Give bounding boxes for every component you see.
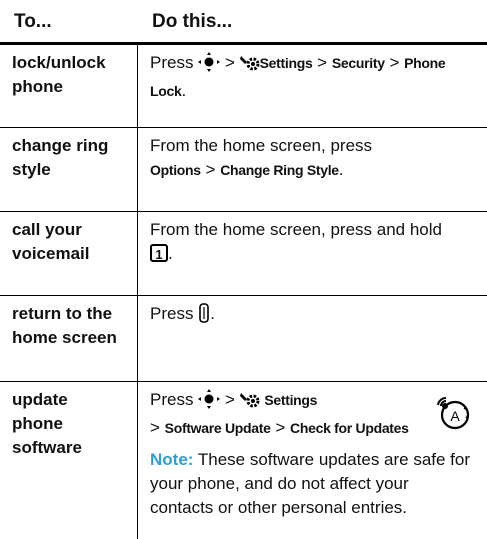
home-key-icon — [198, 303, 210, 330]
settings-label: Settings — [259, 55, 313, 71]
settings-label: Settings — [264, 392, 318, 408]
nav-key-icon — [198, 52, 221, 79]
table-row: update phone software Press > Settings >… — [0, 382, 487, 539]
row-label: call your voicemail — [12, 220, 90, 263]
table-header: To... Do this... — [0, 0, 487, 45]
row-label: update phone software — [12, 390, 82, 457]
table-row: lock/unlock phone Press > Settings > Sec… — [0, 45, 487, 127]
one-key-icon: 1 — [150, 244, 168, 262]
phone-lock-label-a: Phone — [404, 55, 446, 71]
check-for-updates-label: Check for Updates — [290, 420, 409, 436]
security-label: Security — [331, 55, 385, 71]
table-row: return to the home screen Press . — [0, 296, 487, 381]
press-text: Press — [150, 390, 194, 409]
table-row: change ring style From the home screen, … — [0, 128, 487, 211]
table-row: call your voicemail From the home screen… — [0, 212, 487, 295]
header-to: To... — [14, 11, 52, 32]
phone-lock-label-b: Lock — [150, 83, 182, 99]
options-label: Options — [150, 162, 201, 178]
note: Note: These software updates are safe fo… — [150, 448, 479, 520]
note-label: Note: — [150, 450, 194, 469]
press-text: Press — [150, 53, 194, 72]
settings-icon — [239, 391, 260, 416]
settings-icon — [239, 54, 260, 79]
change-ring-style-label: Change Ring Style — [220, 162, 339, 178]
row-label: return to the home screen — [12, 304, 117, 347]
software-update-label: Software Update — [164, 420, 271, 436]
header-do-this: Do this... — [152, 11, 233, 32]
note-text: These software updates are safe for your… — [150, 450, 471, 517]
nav-key-icon — [198, 389, 221, 416]
row-label: lock/unlock phone — [12, 53, 106, 96]
svg-text:A: A — [450, 408, 460, 424]
over-the-air-icon: A — [435, 396, 473, 435]
press-text: Press — [150, 304, 194, 323]
row-label: change ring style — [12, 136, 109, 179]
